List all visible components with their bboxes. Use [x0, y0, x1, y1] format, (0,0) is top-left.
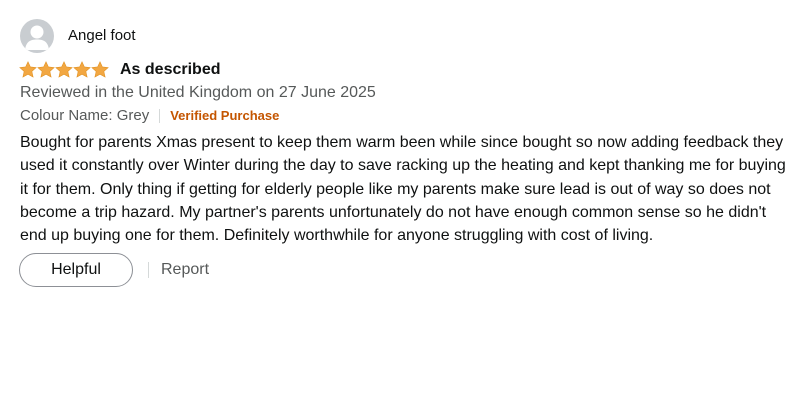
reviewer-name[interactable]: Angel foot: [68, 26, 136, 46]
star-icon: [19, 61, 37, 78]
star-icon: [73, 61, 91, 78]
divider: [159, 109, 161, 123]
helpful-button[interactable]: Helpful: [19, 253, 133, 287]
product-variant: Colour Name: Grey: [20, 107, 150, 124]
reviewer-profile[interactable]: Angel foot: [20, 19, 136, 53]
customer-review: Angel foot As described Reviewed in the …: [0, 0, 800, 400]
star-icon: [55, 61, 73, 78]
star-rating[interactable]: [19, 60, 109, 80]
review-actions: Helpful Report: [19, 253, 209, 287]
verified-purchase-badge: Verified Purchase: [170, 108, 280, 123]
review-title-row: As described: [19, 60, 220, 80]
default-user-avatar-icon: [20, 19, 54, 53]
review-format-row: Colour Name: Grey Verified Purchase: [20, 106, 279, 126]
review-body: Bought for parents Xmas present to keep …: [20, 134, 786, 245]
divider: [148, 262, 149, 278]
review-title[interactable]: As described: [120, 60, 220, 80]
review-date: Reviewed in the United Kingdom on 27 Jun…: [20, 84, 376, 101]
star-icon: [37, 61, 55, 78]
report-link[interactable]: Report: [161, 261, 209, 279]
star-icon: [91, 61, 109, 78]
